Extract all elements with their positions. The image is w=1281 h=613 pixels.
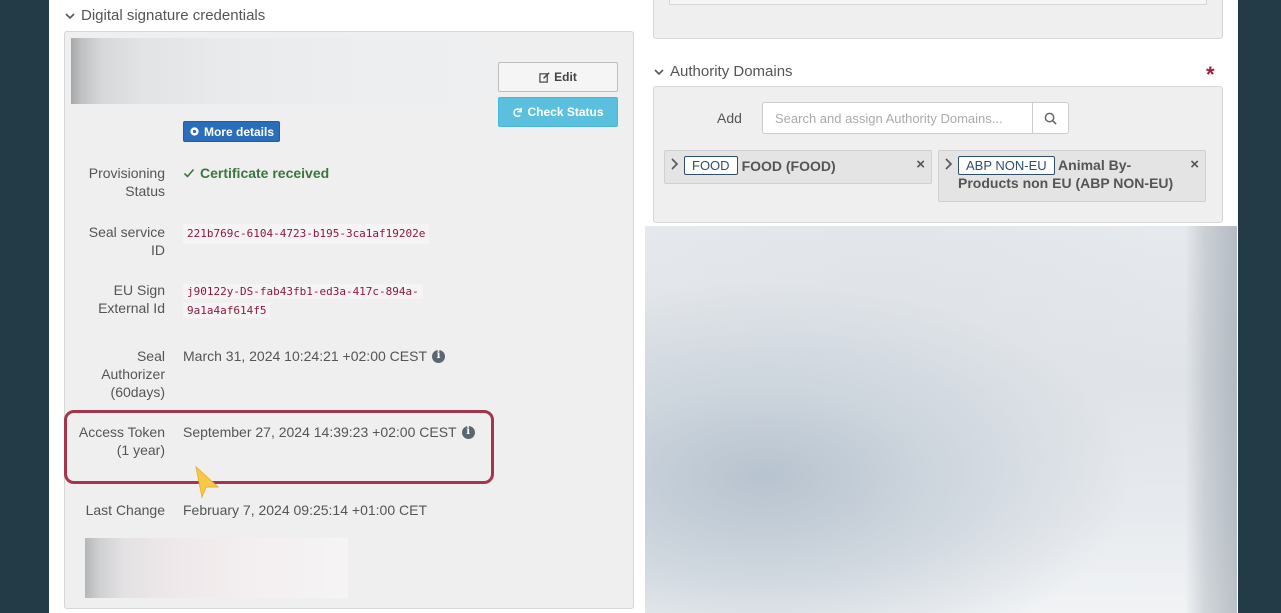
check-status-button[interactable]: Check Status [498, 97, 618, 127]
redacted-image [85, 538, 348, 598]
edit-button-label: Edit [554, 70, 577, 84]
last-change-value: February 7, 2024 09:25:14 +01:00 CET [183, 501, 427, 519]
seal-authorizer-label: Seal Authorizer (60days) [101, 348, 165, 400]
eu-sign-external-id-value: j90122y-DS-fab43fb1-ed3a-417c-894a- 9a1a… [183, 282, 423, 320]
chevron-down-icon [65, 12, 75, 19]
seal-service-id-label: Seal service ID [88, 224, 165, 258]
top-panel-inner [669, 0, 1207, 5]
section-header-digital-signature[interactable]: Digital signature credentials [65, 7, 265, 24]
authority-domain-tag[interactable]: ABP NON-EU Animal By-Products non EU (AB… [938, 150, 1206, 202]
check-status-label: Check Status [527, 105, 604, 119]
authority-domains-panel: Add FOOD FOOD (FOOD) × ABP NON-EU Animal… [653, 86, 1223, 223]
tag-content: ABP NON-EU Animal By-Products non EU (AB… [958, 156, 1178, 191]
authority-domain-tag[interactable]: FOOD FOOD (FOOD) × [664, 150, 932, 184]
tag-code: FOOD [684, 156, 738, 175]
gear-icon [190, 127, 199, 136]
more-details-label: More details [203, 124, 275, 139]
chevron-right-icon[interactable] [671, 158, 679, 170]
remove-tag-button[interactable]: × [916, 156, 925, 173]
tag-name: FOOD (FOOD) [741, 157, 836, 174]
highlight-annotation [64, 410, 494, 484]
edit-button[interactable]: Edit [498, 62, 618, 92]
authority-domains-title: Authority Domains [670, 63, 793, 80]
redacted-image [71, 38, 489, 104]
eu-sign-external-id-line2: 9a1a4af614f5 [183, 303, 271, 318]
top-panel [653, 0, 1223, 39]
add-label: Add [717, 110, 742, 126]
check-icon [183, 168, 195, 178]
seal-service-id-value: 221b769c-6104-4723-b195-3ca1af19202e [183, 224, 430, 244]
redacted-image [645, 226, 1237, 613]
section-header-authority-domains[interactable]: Authority Domains [654, 63, 793, 80]
last-change-text: February 7, 2024 09:25:14 +01:00 CET [183, 502, 427, 518]
chevron-right-icon[interactable] [945, 158, 953, 170]
last-change-label: Last Change [85, 502, 165, 518]
edit-icon [539, 71, 550, 83]
cursor-pointer-icon [195, 465, 220, 499]
section-title: Digital signature credentials [81, 7, 266, 24]
chevron-down-icon [654, 68, 664, 75]
credentials-panel: Edit Check Status More details Provision… [64, 31, 634, 609]
refresh-icon [513, 107, 523, 117]
remove-tag-button[interactable]: × [1190, 156, 1199, 173]
seal-authorizer-text: March 31, 2024 10:24:21 +02:00 CEST [183, 348, 427, 364]
authority-domains-search [762, 102, 1069, 134]
provisioning-status-text: Certificate received [200, 165, 330, 181]
search-icon [1044, 112, 1057, 125]
required-marker: * [1206, 62, 1215, 87]
eu-sign-external-id-line1: j90122y-DS-fab43fb1-ed3a-417c-894a- [183, 284, 423, 299]
tag-content: FOOD FOOD (FOOD) [684, 156, 836, 175]
seal-authorizer-value: March 31, 2024 10:24:21 +02:00 CEST i [183, 347, 445, 365]
seal-service-id-code: 221b769c-6104-4723-b195-3ca1af19202e [183, 224, 430, 244]
provisioning-status-value: Certificate received [183, 164, 329, 182]
page: Digital signature credentials Edit Check… [49, 0, 1238, 613]
info-icon[interactable]: i [432, 349, 445, 363]
provisioning-status-label: Provisioning Status [88, 165, 165, 199]
eu-sign-external-id-label: EU Sign External Id [98, 282, 165, 316]
authority-domains-search-input[interactable] [763, 103, 1032, 133]
tag-code: ABP NON-EU [958, 156, 1055, 175]
search-button[interactable] [1032, 103, 1068, 133]
more-details-button[interactable]: More details [183, 121, 280, 142]
